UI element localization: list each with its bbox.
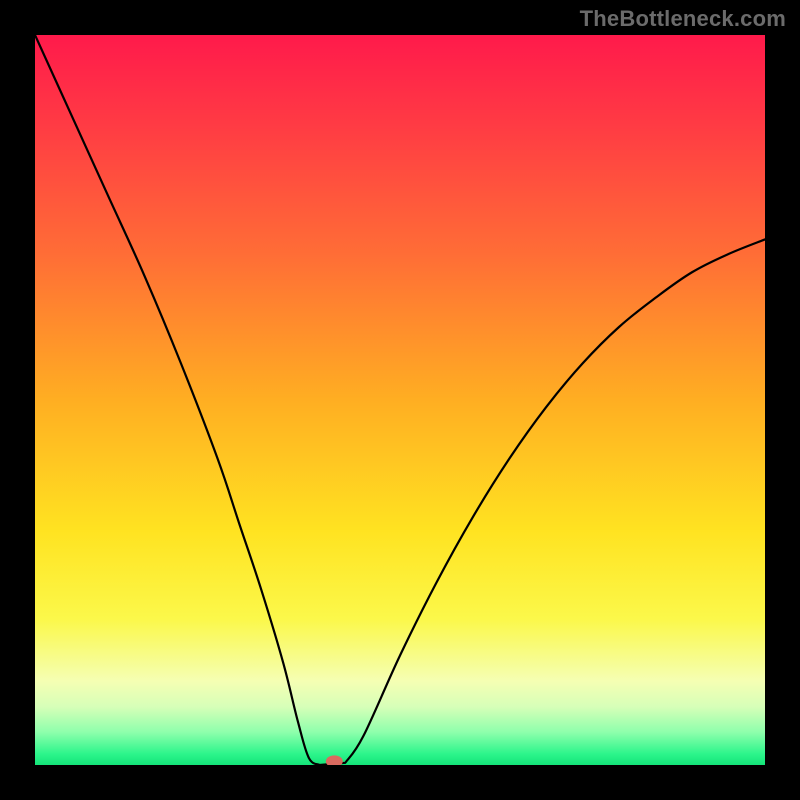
chart-frame: TheBottleneck.com — [0, 0, 800, 800]
gradient-plot — [35, 35, 765, 765]
plot-area — [35, 35, 765, 765]
attribution-text: TheBottleneck.com — [580, 6, 786, 32]
